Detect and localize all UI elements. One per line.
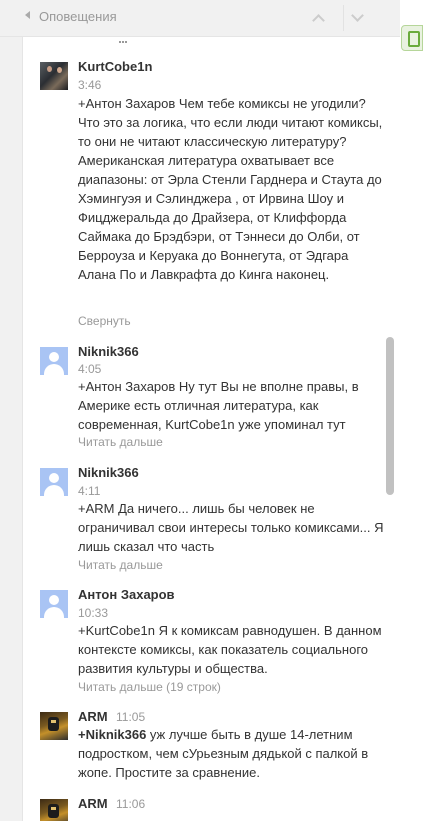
avatar[interactable] (40, 62, 68, 90)
comment-time[interactable]: 10:33 (78, 606, 108, 620)
comment-text: +KurtCobe1n Я к комиксам равнодушен. В д… (78, 623, 382, 676)
chevron-up-icon (312, 14, 325, 27)
previous-button[interactable] (305, 5, 333, 31)
mention-link[interactable]: +Niknik366 (78, 727, 146, 742)
comment-time[interactable]: 3:46 (78, 78, 101, 92)
read-more-link[interactable]: Читать дальше (19 строк) (78, 680, 221, 694)
comment-time[interactable]: 4:05 (78, 362, 101, 376)
avatar[interactable] (40, 347, 68, 375)
comment-text: +Антон Захаров Ну тут Вы не вполне правы… (78, 379, 359, 432)
comment-author[interactable]: ARM (78, 709, 108, 724)
avatar[interactable] (40, 468, 68, 496)
read-more-link[interactable]: Читать дальше (78, 558, 163, 572)
back-arrow-icon[interactable] (25, 11, 30, 19)
comment-time[interactable]: 11:05 (116, 710, 145, 724)
next-button[interactable] (343, 5, 372, 31)
load-more-indicator[interactable] (119, 37, 127, 43)
comment-time[interactable]: 4:11 (78, 484, 100, 498)
avatar[interactable] (40, 712, 68, 740)
comment-text: +ARM Да ничего... лишь бы человек не огр… (78, 501, 384, 554)
comments-panel: KurtCobe1n 3:46 +Антон Захаров Чем тебе … (22, 37, 402, 821)
scrollbar-thumb[interactable] (386, 337, 394, 495)
comment-author[interactable]: ARM (78, 796, 108, 811)
chevron-down-icon (351, 9, 364, 22)
comment-text: +Антон Захаров Чем тебе комиксы не угоди… (78, 96, 383, 282)
header-title[interactable]: Оповещения (39, 9, 117, 24)
notifications-header: Оповещения (0, 0, 400, 37)
avatar[interactable] (40, 590, 68, 618)
comment-time[interactable]: 11:06 (116, 797, 145, 811)
comment-text: +Niknik366 уж лучше быть в душе 14-летни… (78, 725, 388, 782)
comment-author[interactable]: Антон Захаров (78, 587, 175, 602)
comment-author[interactable]: KurtCobe1n (78, 59, 152, 74)
right-sidebar (400, 0, 426, 821)
comment-author[interactable]: Niknik366 (78, 344, 139, 359)
chat-tab-icon[interactable] (401, 25, 423, 51)
read-more-link[interactable]: Читать дальше (78, 435, 163, 449)
comment-author[interactable]: Niknik366 (78, 465, 139, 480)
collapse-link[interactable]: Свернуть (78, 314, 131, 328)
avatar[interactable] (40, 799, 68, 821)
